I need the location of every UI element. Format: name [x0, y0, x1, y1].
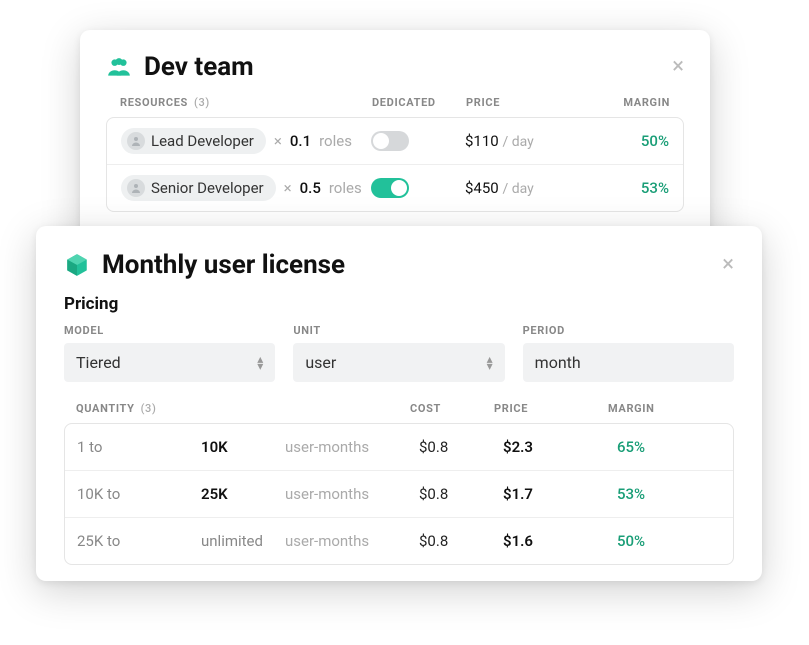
quantity-table: 1 to 10K user-months $0.8 $2.3 65% 10K t…	[64, 423, 734, 565]
tier-from: 10K to	[77, 485, 197, 503]
tier-margin: 50%	[617, 532, 721, 550]
period-value: month	[535, 353, 581, 372]
margin-value: 50%	[589, 132, 669, 150]
avatar-icon	[127, 132, 145, 150]
dev-team-title: Dev team	[144, 52, 660, 82]
price-unit: / day	[502, 134, 533, 150]
table-row: 25K to unlimited user-months $0.8 $1.6 5…	[65, 518, 733, 564]
quantity-count: (3)	[141, 402, 157, 415]
users-icon	[106, 54, 132, 80]
role-qty-unit: roles	[329, 179, 362, 197]
resources-table: Lead Developer × 0.1 roles $110 / day 50…	[106, 117, 684, 212]
table-row: 1 to 10K user-months $0.8 $2.3 65%	[65, 424, 733, 471]
pricing-fields: Model Tiered ▴▾ Unit user ▴▾ Period mont…	[64, 324, 734, 382]
role-qty: 0.5	[300, 179, 321, 197]
tier-price: $2.3	[503, 438, 613, 456]
package-icon	[64, 252, 90, 278]
dedicated-toggle[interactable]	[371, 131, 409, 151]
tier-margin: 65%	[617, 438, 721, 456]
table-row: Senior Developer × 0.5 roles $450 / day …	[107, 165, 683, 211]
col-price: Price	[494, 402, 604, 415]
col-margin: Margin	[590, 96, 670, 109]
unit-select[interactable]: user ▴▾	[293, 343, 504, 382]
col-margin: Margin	[608, 402, 722, 415]
dev-team-header: Dev team ×	[106, 52, 684, 82]
multiply-icon: ×	[274, 132, 282, 150]
unit-label: Unit	[293, 324, 504, 337]
col-price: Price	[466, 96, 586, 109]
model-value: Tiered	[76, 353, 121, 372]
tier-cost: $0.8	[419, 532, 499, 550]
role-pill[interactable]: Senior Developer	[121, 175, 276, 201]
chevron-updown-icon: ▴▾	[487, 356, 493, 369]
resources-count: (3)	[194, 96, 210, 109]
period-select[interactable]: month	[523, 343, 734, 382]
tier-unit: user-months	[285, 438, 415, 456]
resources-label: Resources	[120, 96, 188, 109]
col-cost: Cost	[410, 402, 490, 415]
price-unit: / day	[502, 181, 533, 197]
model-label: Model	[64, 324, 275, 337]
tier-margin: 53%	[617, 485, 721, 503]
table-row: Lead Developer × 0.1 roles $110 / day 50…	[107, 118, 683, 165]
role-name: Senior Developer	[151, 179, 264, 197]
multiply-icon: ×	[284, 179, 292, 197]
role-name: Lead Developer	[151, 132, 254, 150]
tier-cost: $0.8	[419, 438, 499, 456]
role-qty: 0.1	[290, 132, 311, 150]
tier-cost: $0.8	[419, 485, 499, 503]
tier-to: 10K	[201, 438, 281, 456]
col-dedicated: Dedicated	[372, 96, 462, 109]
resources-header-row: Resources (3) Dedicated Price Margin	[106, 96, 684, 117]
license-card: Monthly user license × Pricing Model Tie…	[36, 226, 762, 581]
chevron-updown-icon: ▴▾	[257, 356, 263, 369]
tier-to: unlimited	[201, 532, 281, 550]
price-value: $110	[465, 132, 499, 150]
close-icon[interactable]: ×	[672, 56, 684, 78]
tier-unit: user-months	[285, 532, 415, 550]
role-qty-unit: roles	[319, 132, 352, 150]
avatar-icon	[127, 179, 145, 197]
quantity-header-row: Quantity (3) Cost Price Margin	[64, 402, 734, 423]
close-icon[interactable]: ×	[722, 254, 734, 276]
price-value: $450	[465, 179, 499, 197]
tier-to: 25K	[201, 485, 281, 503]
dedicated-toggle[interactable]	[371, 178, 409, 198]
table-row: 10K to 25K user-months $0.8 $1.7 53%	[65, 471, 733, 518]
quantity-label: Quantity	[76, 402, 135, 415]
tier-from: 1 to	[77, 438, 197, 456]
margin-value: 53%	[589, 179, 669, 197]
role-pill[interactable]: Lead Developer	[121, 128, 266, 154]
tier-from: 25K to	[77, 532, 197, 550]
pricing-label: Pricing	[64, 294, 734, 314]
unit-value: user	[305, 353, 336, 372]
license-title: Monthly user license	[102, 250, 710, 280]
tier-price: $1.6	[503, 532, 613, 550]
tier-price: $1.7	[503, 485, 613, 503]
period-label: Period	[523, 324, 734, 337]
tier-unit: user-months	[285, 485, 415, 503]
license-header: Monthly user license ×	[64, 250, 734, 280]
model-select[interactable]: Tiered ▴▾	[64, 343, 275, 382]
